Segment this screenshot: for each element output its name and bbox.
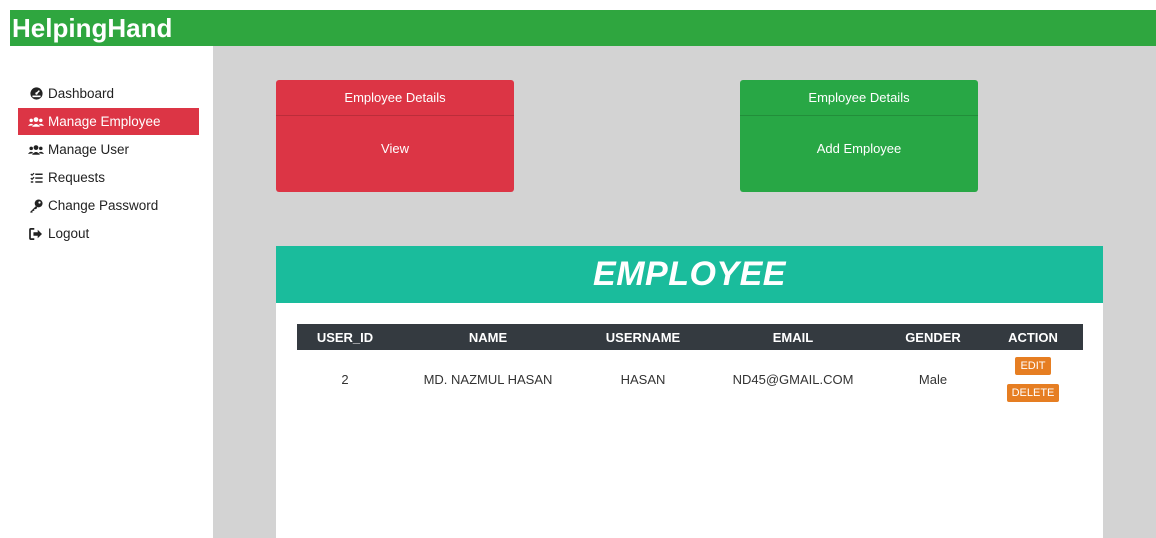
- employee-details-view-card[interactable]: Employee Details View: [276, 80, 514, 192]
- sidebar-item-change-password[interactable]: Change Password: [18, 192, 199, 219]
- view-link[interactable]: View: [276, 116, 514, 192]
- sidebar-item-manage-user[interactable]: Manage User: [18, 136, 199, 163]
- panel-title: EMPLOYEE: [593, 255, 786, 293]
- edit-button[interactable]: EDIT: [1015, 356, 1051, 375]
- table-header-row: USER_ID NAME USERNAME EMAIL GENDER ACTIO…: [297, 324, 1083, 350]
- employee-table: USER_ID NAME USERNAME EMAIL GENDER ACTIO…: [297, 324, 1083, 408]
- brand-logo[interactable]: HelpingHand: [12, 13, 172, 44]
- cell-user-id: 2: [341, 371, 349, 387]
- cell-email: ND45@GMAIL.COM: [732, 371, 854, 387]
- main-content: Employee Details View Employee Details A…: [213, 46, 1156, 538]
- column-header-name: NAME: [468, 329, 508, 345]
- sidebar-item-dashboard[interactable]: Dashboard: [18, 80, 199, 107]
- cell-name: MD. NAZMUL HASAN: [423, 371, 553, 387]
- delete-button[interactable]: DELETE: [1006, 383, 1060, 402]
- employee-panel-header: EMPLOYEE: [276, 246, 1103, 303]
- sidebar-item-label: Manage Employee: [48, 114, 161, 129]
- card-header: Employee Details: [740, 80, 978, 116]
- top-navbar: HelpingHand: [10, 10, 1156, 46]
- column-header-username: USERNAME: [605, 329, 681, 345]
- card-header: Employee Details: [276, 80, 514, 116]
- employee-panel: EMPLOYEE USER_ID NAME USERNAME EMAIL GEN…: [276, 246, 1103, 538]
- cell-username: HASAN: [620, 371, 666, 387]
- logout-icon: [28, 227, 44, 241]
- table-row: 2 MD. NAZMUL HASAN HASAN ND45@GMAIL.COM …: [297, 350, 1083, 408]
- sidebar-item-label: Manage User: [48, 142, 130, 157]
- key-icon: [28, 198, 44, 213]
- column-header-user-id: USER_ID: [316, 329, 374, 345]
- sidebar: Dashboard Manage Employee Manage User Re…: [10, 46, 213, 538]
- sidebar-item-logout[interactable]: Logout: [18, 220, 199, 247]
- sidebar-item-label: Dashboard: [48, 86, 115, 101]
- add-employee-link[interactable]: Add Employee: [740, 116, 978, 192]
- column-header-email: EMAIL: [772, 329, 814, 345]
- cell-actions: EDIT DELETE: [983, 350, 1083, 408]
- column-header-action: ACTION: [1008, 329, 1058, 345]
- sidebar-item-requests[interactable]: Requests: [18, 164, 199, 191]
- dashboard-icon: [28, 87, 44, 101]
- column-header-gender: GENDER: [905, 329, 961, 345]
- list-check-icon: [28, 171, 44, 185]
- sidebar-item-label: Change Password: [48, 198, 159, 213]
- users-icon: [28, 115, 44, 129]
- employee-details-add-card[interactable]: Employee Details Add Employee: [740, 80, 978, 192]
- sidebar-item-label: Logout: [48, 226, 90, 241]
- users-icon: [28, 143, 44, 157]
- sidebar-item-manage-employee[interactable]: Manage Employee: [18, 108, 199, 135]
- sidebar-item-label: Requests: [48, 170, 106, 185]
- cell-gender: Male: [918, 371, 948, 387]
